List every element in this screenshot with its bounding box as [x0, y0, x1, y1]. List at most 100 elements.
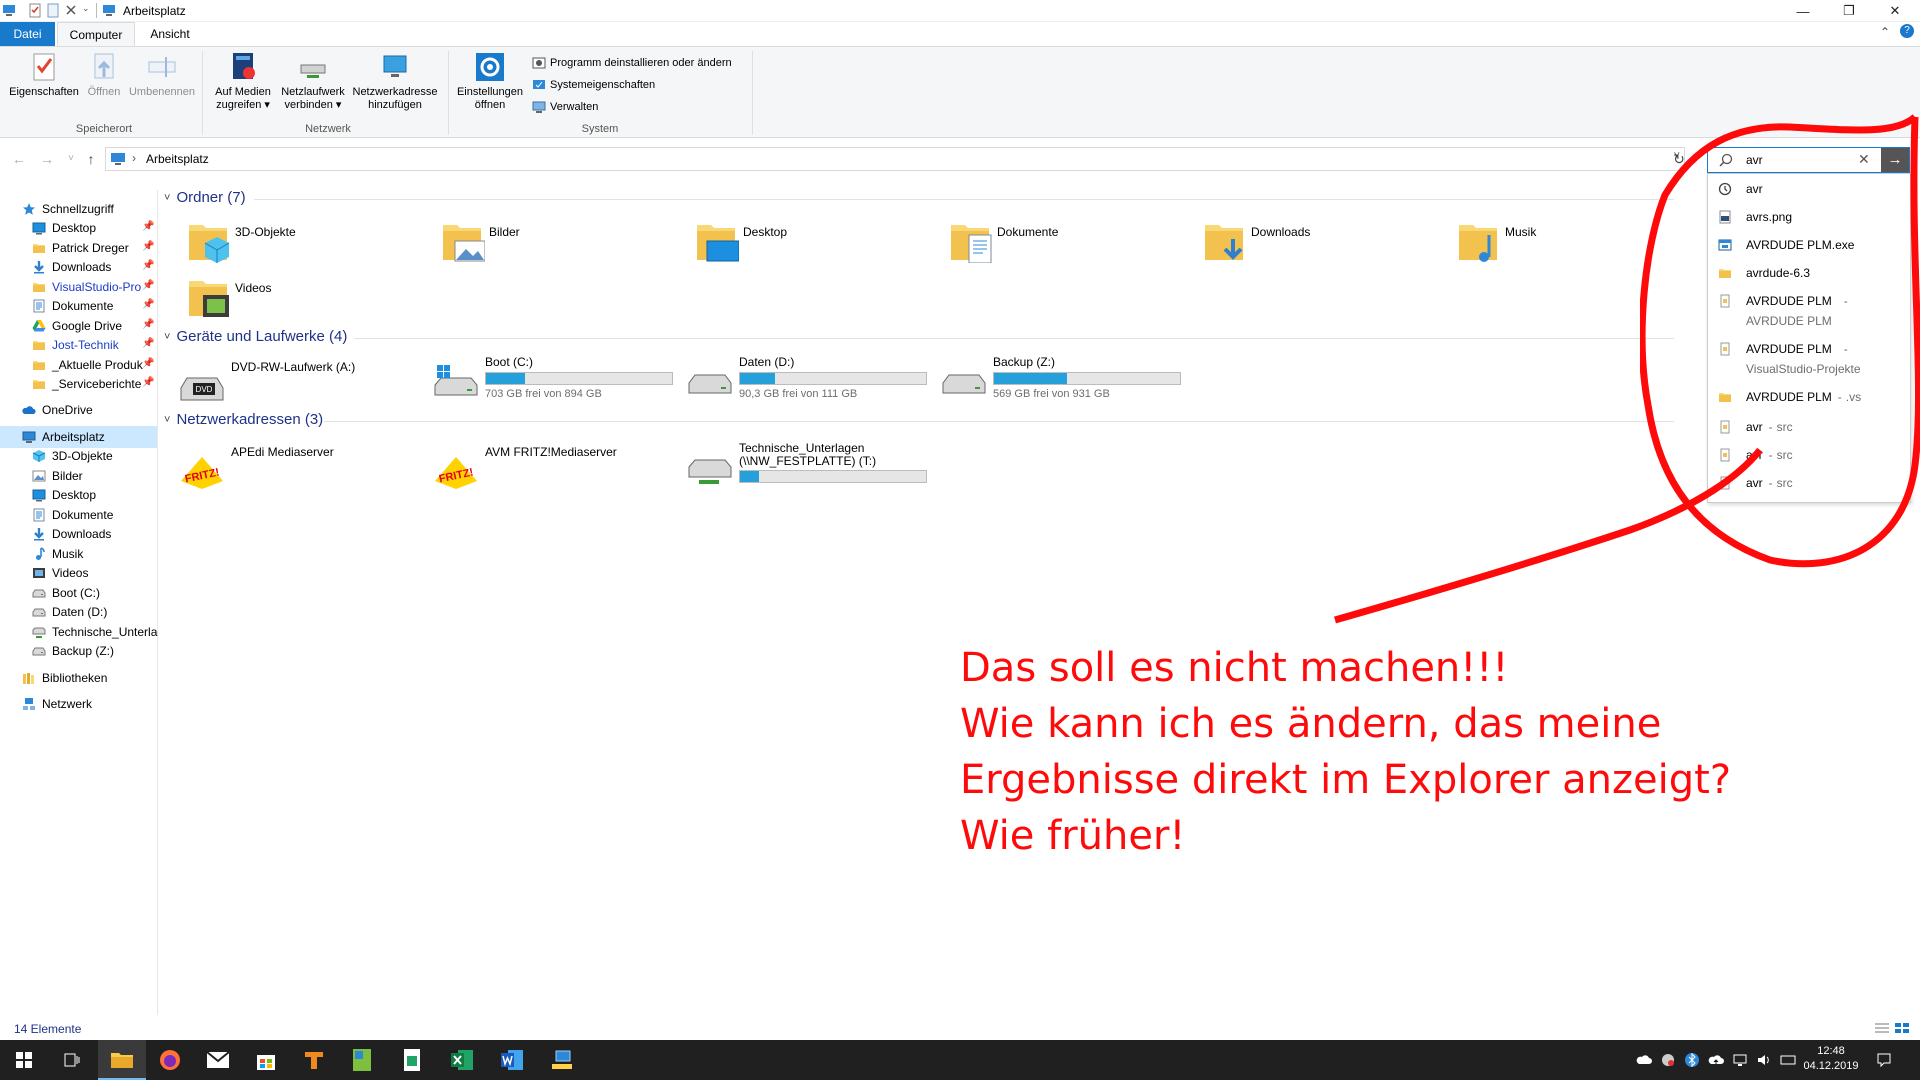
taskbar-network-app[interactable]: [538, 1040, 586, 1080]
notifications-icon[interactable]: [1876, 1052, 1892, 1068]
details-view-icon[interactable]: [1874, 1022, 1890, 1034]
nav-item[interactable]: Daten (D:): [32, 602, 158, 622]
taskbar-excel[interactable]: [438, 1040, 486, 1080]
minimize-button[interactable]: —: [1780, 0, 1826, 22]
nav-item[interactable]: Downloads: [32, 524, 158, 544]
nav-item[interactable]: OneDrive: [22, 400, 158, 420]
section-header-ordner[interactable]: ˅ Ordner (7): [164, 189, 246, 206]
folder-item[interactable]: Downloads: [1203, 219, 1310, 263]
up-button[interactable]: ↑: [82, 150, 100, 168]
new-folder-icon[interactable]: [46, 3, 60, 18]
taskbar-spreadsheet[interactable]: [388, 1040, 436, 1080]
folder-item[interactable]: 3D-Objekte: [187, 219, 296, 263]
oeffnen-button[interactable]: Öffnen: [84, 51, 124, 99]
start-button[interactable]: [0, 1040, 48, 1080]
collapse-chevron-icon[interactable]: ˅: [164, 414, 170, 426]
nav-item[interactable]: Dokumente 📌: [32, 296, 158, 316]
folder-item[interactable]: Videos: [187, 275, 271, 319]
nav-item[interactable]: Bibliotheken: [22, 668, 158, 688]
nav-item[interactable]: VisualStudio-Pro 📌: [32, 277, 158, 297]
drive-item[interactable]: Boot (C:) 703 GB frei von 894 GB: [433, 355, 683, 411]
auf-medien-label-2: zugreifen ▾: [216, 99, 270, 111]
netzwerkadresse-hinzufuegen-button[interactable]: Netzwerkadresse hinzufügen: [350, 51, 440, 112]
keyboard-language-icon[interactable]: [1780, 1052, 1796, 1068]
einstellungen-oeffnen-button[interactable]: Einstellungen öffnen: [453, 51, 527, 112]
help-icon[interactable]: ?: [1900, 24, 1914, 38]
taskbar-mail[interactable]: [194, 1040, 242, 1080]
nav-item[interactable]: Dokumente: [32, 505, 158, 525]
network-status-icon[interactable]: [1732, 1052, 1748, 1068]
taskbar-store[interactable]: [242, 1040, 290, 1080]
nav-item[interactable]: Bilder: [32, 466, 158, 486]
forward-button[interactable]: →: [38, 150, 56, 168]
collapse-chevron-icon[interactable]: ˅: [164, 331, 170, 343]
taskbar-file-explorer[interactable]: [98, 1040, 146, 1080]
programm-deinstallieren-button[interactable]: Programm deinstallieren oder ändern: [532, 54, 732, 72]
sync-tool-icon[interactable]: [1660, 1052, 1676, 1068]
nav-item[interactable]: Desktop: [32, 485, 158, 505]
nav-item[interactable]: Musik: [32, 544, 158, 564]
taskbar-firefox[interactable]: [146, 1040, 194, 1080]
breadcrumb-arbeitsplatz[interactable]: Arbeitsplatz: [146, 152, 209, 166]
collapse-ribbon-icon[interactable]: ⌃: [1880, 25, 1890, 39]
drive-item[interactable]: Technische_Unterlagen (\\NW_FESTPLATTE) (…: [687, 441, 937, 497]
volume-icon[interactable]: [1756, 1052, 1772, 1068]
taskbar-avr-app[interactable]: [338, 1040, 386, 1080]
nav-item[interactable]: Schnellzugriff: [22, 199, 158, 219]
drive-item[interactable]: Backup (Z:) 569 GB frei von 931 GB: [941, 355, 1191, 411]
nav-item[interactable]: Boot (C:): [32, 583, 158, 603]
folder-item[interactable]: Musik: [1457, 219, 1536, 263]
nav-item[interactable]: Jost-Technik 📌: [32, 335, 158, 355]
quick-access-customize-icon[interactable]: ⌄: [82, 3, 90, 14]
task-view-button[interactable]: [48, 1040, 96, 1080]
delete-icon[interactable]: [64, 3, 78, 18]
drive-item[interactable]: Daten (D:) 90,3 GB frei von 111 GB: [687, 355, 937, 411]
recent-locations-button[interactable]: ˅: [62, 150, 80, 168]
nav-item[interactable]: _Aktuelle Produk 📌: [32, 355, 158, 375]
nav-item[interactable]: Downloads 📌: [32, 257, 158, 277]
nav-item[interactable]: Technische_Unterlag: [32, 622, 158, 642]
nav-item[interactable]: 3D-Objekte: [32, 446, 158, 466]
eigenschaften-button[interactable]: Eigenschaften: [6, 51, 82, 99]
cloud-upload-icon[interactable]: [1708, 1052, 1724, 1068]
annotation-line-3: Ergebnisse direkt im Explorer anzeigt?: [960, 757, 1732, 803]
tab-datei[interactable]: Datei: [0, 22, 55, 46]
section-header-geraete[interactable]: ˅ Geräte und Laufwerke (4): [164, 328, 347, 345]
address-bar[interactable]: › Arbeitsplatz ˅: [105, 147, 1685, 171]
network-drive-icon: [32, 625, 46, 639]
large-icons-view-icon[interactable]: [1894, 1022, 1910, 1034]
nav-item[interactable]: Google Drive 📌: [32, 316, 158, 336]
systemeigenschaften-button[interactable]: Systemeigenschaften: [532, 76, 655, 94]
nav-item[interactable]: Arbeitsplatz: [22, 427, 158, 447]
auf-medien-zugreifen-button[interactable]: Auf Medien zugreifen ▾: [210, 51, 276, 112]
folder-item[interactable]: Desktop: [695, 219, 787, 263]
tab-ansicht[interactable]: Ansicht: [140, 22, 200, 46]
drive-item[interactable]: DVD DVD-RW-Laufwerk (A:): [179, 360, 429, 416]
taskbar-clock[interactable]: 12:48 04.12.2019: [1798, 1044, 1864, 1074]
onedrive-cloud-icon[interactable]: [1636, 1052, 1652, 1068]
nav-item[interactable]: Desktop 📌: [32, 218, 158, 238]
back-button[interactable]: ←: [10, 150, 28, 168]
tab-computer[interactable]: Computer: [57, 22, 135, 46]
umbenennen-button[interactable]: Umbenennen: [126, 51, 198, 99]
nav-item[interactable]: Videos: [32, 563, 158, 583]
close-button[interactable]: ✕: [1872, 0, 1918, 22]
breadcrumb-separator[interactable]: ›: [132, 151, 136, 165]
nav-item[interactable]: Netzwerk: [22, 694, 158, 714]
folder-item[interactable]: Bilder: [441, 219, 520, 263]
maximize-button[interactable]: ❐: [1826, 0, 1872, 22]
netzlaufwerk-verbinden-button[interactable]: Netzlaufwerk verbinden ▾: [278, 51, 348, 112]
nav-item[interactable]: _Serviceberichte 📌: [32, 374, 158, 394]
properties-icon[interactable]: [28, 3, 42, 18]
verwalten-button[interactable]: Verwalten: [532, 98, 598, 116]
taskbar-word[interactable]: [488, 1040, 536, 1080]
nav-item[interactable]: Patrick Dreger 📌: [32, 238, 158, 258]
folder-item[interactable]: Dokumente: [949, 219, 1058, 264]
nav-item[interactable]: Backup (Z:): [32, 641, 158, 661]
drive-item[interactable]: FRITZ! APEdi Mediaserver: [179, 445, 429, 501]
taskbar-t-app[interactable]: [290, 1040, 338, 1080]
cloud-icon: [22, 403, 36, 417]
collapse-chevron-icon[interactable]: ˅: [164, 192, 170, 204]
drive-item[interactable]: FRITZ! AVM FRITZ!Mediaserver: [433, 445, 683, 501]
bluetooth-icon[interactable]: [1684, 1052, 1700, 1068]
